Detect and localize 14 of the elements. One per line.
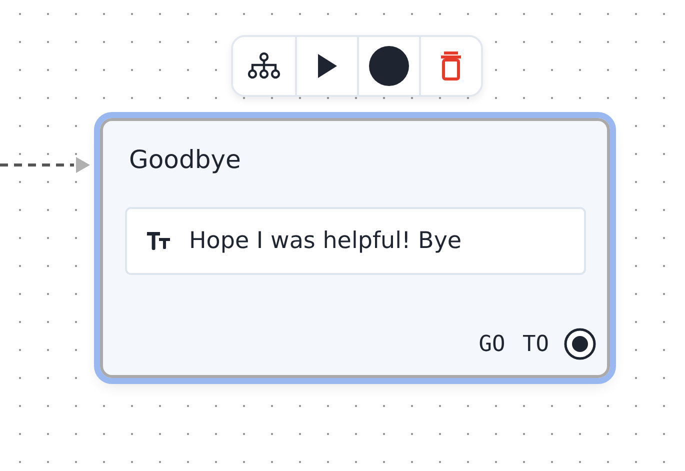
message-text: Hope I was helpful! Bye bbox=[189, 228, 462, 254]
play-button[interactable] bbox=[295, 37, 357, 95]
record-button[interactable] bbox=[357, 37, 419, 95]
node-title: Goodbye bbox=[129, 145, 242, 174]
text-icon bbox=[147, 231, 171, 251]
message-block[interactable]: Hope I was helpful! Bye bbox=[125, 207, 586, 275]
delete-button[interactable] bbox=[419, 37, 481, 95]
record-icon bbox=[369, 46, 409, 86]
connection-handle-icon[interactable] bbox=[563, 327, 597, 361]
tree-icon bbox=[247, 52, 281, 80]
tree-button[interactable] bbox=[233, 37, 295, 95]
delete-icon bbox=[440, 51, 462, 81]
goto-label: GO TO bbox=[478, 332, 549, 356]
play-icon bbox=[316, 53, 338, 79]
